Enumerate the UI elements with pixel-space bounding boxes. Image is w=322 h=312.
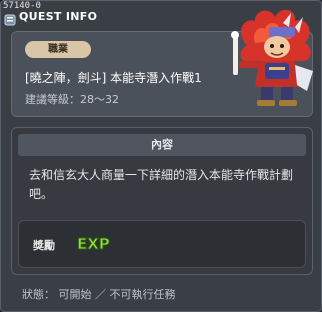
level-requirement: 建議等級：28～32 xyxy=(25,93,119,106)
reward-box: 獎勵 EXP xyxy=(18,220,306,268)
content-panel: 內容 去和信玄大人商量一下詳細的潛入本能寺作戰計劃吧。 獎勵 EXP xyxy=(11,127,313,275)
quest-book-icon xyxy=(4,11,16,26)
exp-reward-text: EXP xyxy=(77,235,110,253)
quest-info-window: 57140-0 QUEST INFO 職業 [曉之陣，劍斗] 本能寺潛入作戰1 … xyxy=(0,0,322,312)
quest-description: 去和信玄大人商量一下詳細的潛入本能寺作戰計劃吧。 xyxy=(29,168,294,201)
content-header: 內容 xyxy=(18,134,306,156)
exp-reward-icon[interactable]: EXP xyxy=(75,233,113,254)
window-title: QUEST INFO xyxy=(19,10,98,23)
reward-label: 獎勵 xyxy=(33,239,55,252)
quest-name: [曉之陣，劍斗] 本能寺潛入作戰1 xyxy=(25,71,202,85)
quest-npc-portrait xyxy=(225,5,322,111)
quest-status: 狀態： 可開始 ／ 不可執行任務 xyxy=(22,288,176,301)
job-badge: 職業 xyxy=(25,41,91,58)
